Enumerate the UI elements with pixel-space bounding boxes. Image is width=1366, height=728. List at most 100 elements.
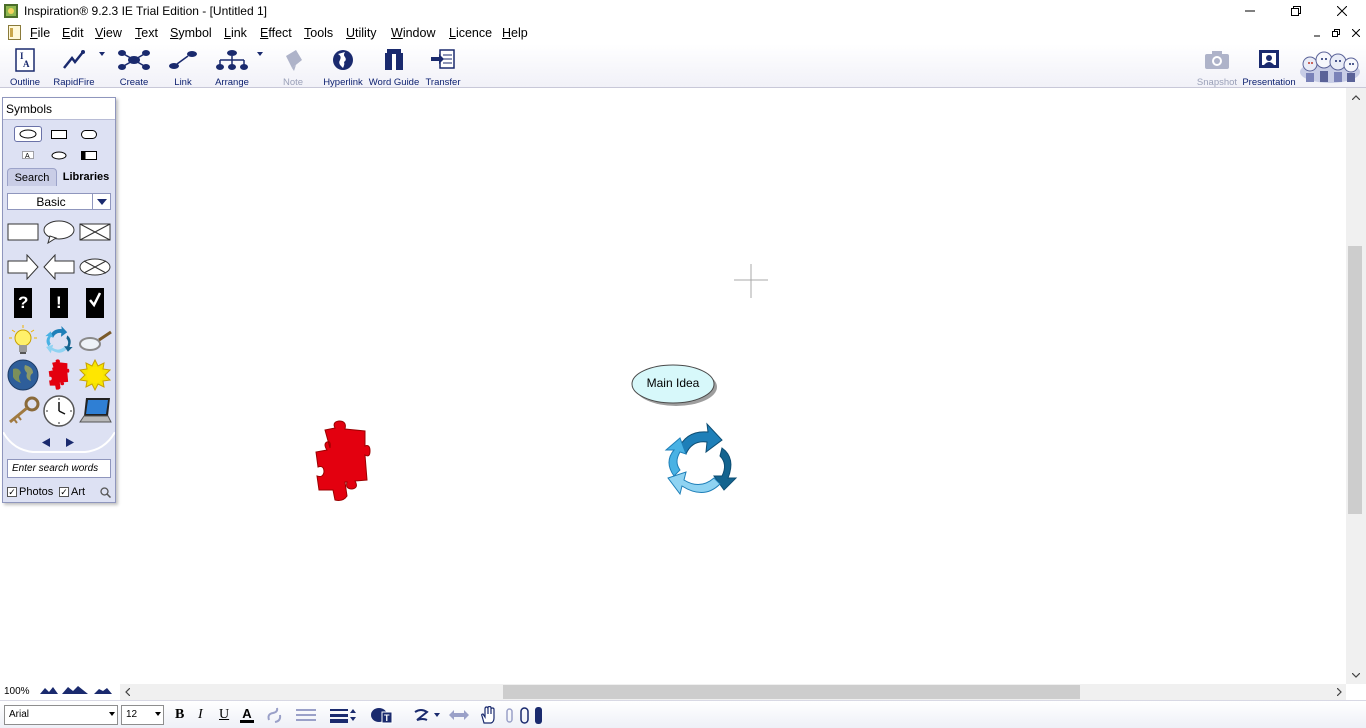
vertical-scrollbar[interactable] [1346,88,1366,684]
puzzle-piece-icon[interactable] [315,420,371,504]
magnifying-glass-symbol-icon[interactable] [78,324,112,356]
main-idea-label: Main Idea [646,376,700,390]
note-icon [286,50,302,71]
snapshot-button[interactable]: Snapshot [1187,46,1247,88]
art-checkbox-box[interactable]: ✓ [59,487,69,497]
menu-text[interactable]: Text [135,26,158,40]
minimize-button[interactable] [1227,0,1273,22]
menu-help[interactable]: Help [502,26,528,40]
right-arrow-symbol-icon[interactable] [6,251,40,283]
hand-icon[interactable] [479,706,497,724]
crossed-oval-symbol-icon[interactable] [78,251,112,283]
menu-licence[interactable]: Licence [449,26,492,40]
chevron-down-icon[interactable] [92,194,110,209]
menu-edit[interactable]: Edit [62,26,84,40]
rectangle-symbol-icon[interactable] [6,216,40,248]
shape-oval-option[interactable] [14,126,42,142]
main-idea-symbol[interactable]: Main Idea [631,364,717,406]
speech-bubble-symbol-icon[interactable] [42,216,76,248]
italic-button[interactable]: I [198,706,203,724]
key-symbol-icon[interactable] [6,395,40,427]
zoom-fit-icon[interactable] [62,685,88,695]
resize-arrows-icon[interactable] [448,706,470,724]
search-icon[interactable] [100,487,111,498]
previous-page-icon[interactable] [40,436,52,448]
art-checkbox[interactable]: ✓ Art [59,486,85,498]
connector-icon[interactable] [505,706,545,724]
bold-button[interactable]: B [175,706,184,724]
shape-label-option[interactable]: A [14,147,42,163]
shape-shadow-rectangle-option[interactable] [75,147,103,163]
app-icon [4,4,18,18]
doc-close-button[interactable] [1349,27,1363,39]
book-icon [385,49,403,70]
close-button[interactable] [1319,0,1365,22]
shape-rectangle-option[interactable] [45,126,73,142]
tab-libraries[interactable]: Libraries [58,168,114,186]
text-color-button[interactable]: A [240,706,254,724]
scroll-left-icon[interactable] [120,684,134,700]
tab-search[interactable]: Search [7,168,57,186]
left-arrow-symbol-icon[interactable] [42,251,76,283]
laptop-symbol-icon[interactable] [78,395,112,427]
scroll-up-icon[interactable] [1346,90,1366,104]
underline-button[interactable]: U [219,706,229,724]
shadow-rectangle-shape-icon [81,150,97,160]
shape-rounded-rectangle-option[interactable] [75,126,103,142]
shape-small-oval-option[interactable] [45,147,73,163]
doc-restore-button[interactable] [1329,27,1343,39]
scroll-down-icon[interactable] [1346,668,1366,682]
horizontal-scroll-thumb[interactable] [503,685,1080,699]
zoom-in-icon[interactable] [94,685,112,695]
exclamation-mark-symbol-icon[interactable]: ! [42,287,76,319]
sun-symbol-icon[interactable] [78,359,112,391]
line-thickness-icon[interactable] [329,706,357,724]
menu-symbol[interactable]: Symbol [170,26,212,40]
cycle-arrows-symbol-icon[interactable] [42,324,76,356]
font-size-select[interactable]: 12 [121,705,164,725]
menu-tools[interactable]: Tools [304,26,333,40]
globe-symbol-icon[interactable] [6,359,40,391]
doc-minimize-button[interactable] [1310,27,1324,39]
menu-view[interactable]: View [95,26,122,40]
shape-style-icon[interactable] [413,706,441,724]
vertical-scroll-thumb[interactable] [1348,246,1362,514]
rapidfire-button[interactable]: RapidFire [44,46,104,88]
clock-symbol-icon[interactable] [42,395,76,427]
restore-button[interactable] [1273,0,1319,22]
check-mark-symbol-icon[interactable] [78,287,112,319]
light-bulb-symbol-icon[interactable] [6,324,40,356]
crossed-rectangle-symbol-icon[interactable] [78,216,112,248]
cycle-arrows-icon[interactable] [660,420,742,500]
restore-icon [1291,6,1301,16]
photos-checkbox-box[interactable]: ✓ [7,487,17,497]
small-oval-shape-icon [51,151,67,159]
symbol-search-input[interactable] [7,459,111,478]
menu-file[interactable]: File [30,26,50,40]
horizontal-scrollbar[interactable] [120,684,1346,700]
document-icon[interactable] [8,25,21,40]
text-color-swatch [240,720,254,723]
zoom-level[interactable]: 100% [4,686,30,697]
link-style-icon[interactable] [266,706,284,724]
window-title: Inspiration® 9.2.3 IE Trial Edition - [U… [24,4,267,18]
svg-text:!: ! [56,293,62,312]
transfer-button[interactable]: Transfer [413,46,473,88]
scroll-right-icon[interactable] [1332,684,1346,700]
question-mark-symbol-icon[interactable]: ? [6,287,40,319]
next-page-icon[interactable] [64,436,76,448]
line-style-icon[interactable] [295,706,317,724]
menu-link[interactable]: Link [224,26,247,40]
library-select[interactable]: Basic [7,193,111,210]
photos-checkbox[interactable]: ✓ Photos [7,486,53,498]
menu-utility[interactable]: Utility [346,26,377,40]
symbol-format-icon[interactable]: T [370,706,394,724]
font-family-select[interactable]: Arial [4,705,118,725]
presentation-button[interactable]: Presentation [1239,46,1299,88]
puzzle-piece-symbol-icon[interactable] [42,359,76,391]
arrange-button[interactable]: Arrange [202,46,262,88]
zoom-out-icon[interactable] [40,685,58,695]
menu-window[interactable]: Window [391,26,435,40]
text-color-label: A [242,706,252,721]
menu-effect[interactable]: Effect [260,26,292,40]
